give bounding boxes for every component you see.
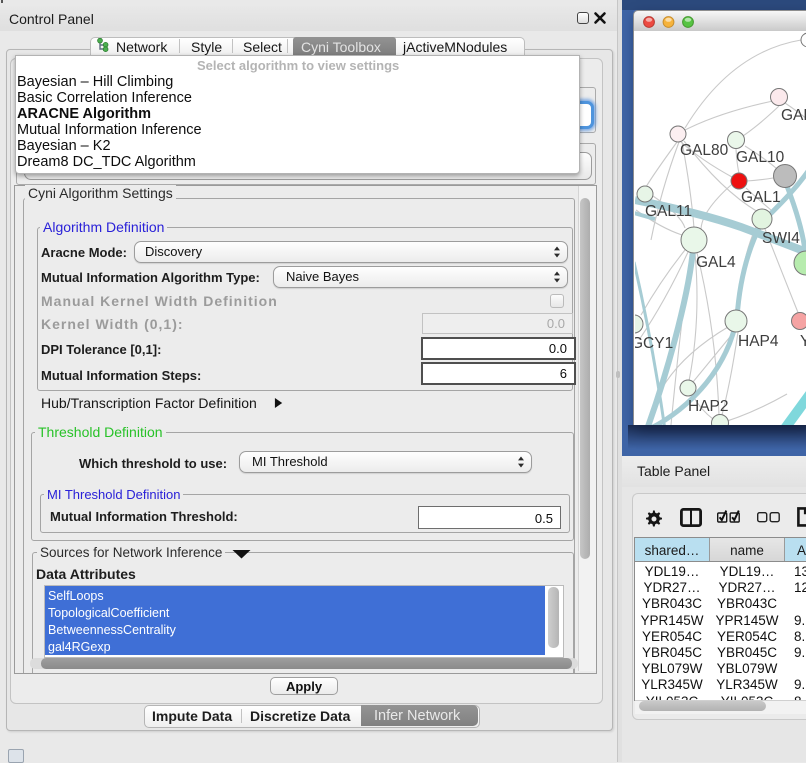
- svg-text:GAL80: GAL80: [680, 142, 729, 159]
- svg-text:GAL7: GAL7: [781, 107, 806, 124]
- svg-text:HAP2: HAP2: [688, 398, 729, 415]
- svg-text:GAL11: GAL11: [645, 203, 692, 220]
- svg-text:GAL1: GAL1: [741, 189, 781, 206]
- svg-text:HAP4: HAP4: [738, 333, 779, 350]
- svg-text:SWI4: SWI4: [762, 230, 800, 247]
- svg-text:GCY1: GCY1: [635, 335, 673, 352]
- svg-text:GAL10: GAL10: [736, 149, 785, 166]
- svg-text:GAL4: GAL4: [696, 254, 736, 271]
- svg-text:Y: Y: [800, 333, 806, 350]
